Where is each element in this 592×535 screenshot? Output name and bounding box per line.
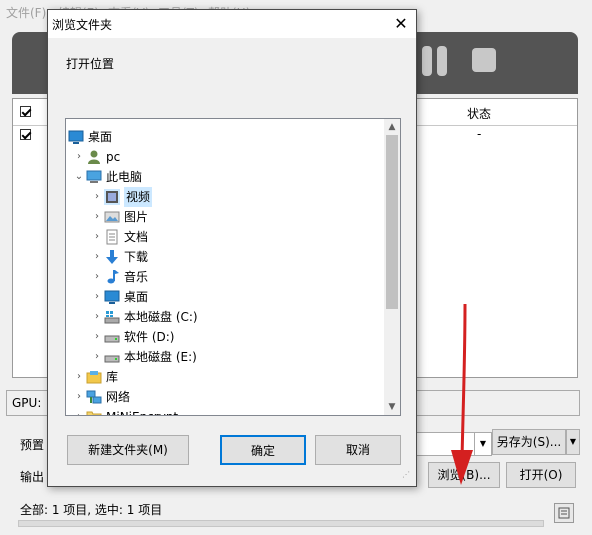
tree-node[interactable]: › 网络: [66, 387, 382, 407]
download-arrow-icon: [104, 249, 120, 265]
tree-node[interactable]: › 下载: [66, 247, 382, 267]
gpu-label: GPU:: [12, 396, 42, 410]
annotation-arrow-icon: [451, 303, 473, 485]
pause-icon-bar-left[interactable]: [422, 46, 432, 76]
menu-file[interactable]: 文件(F): [6, 4, 46, 21]
chevron-right-icon[interactable]: ›: [92, 327, 102, 347]
tree-node[interactable]: › 本地磁盘 (C:): [66, 307, 382, 327]
tree-node-label: 文档: [124, 230, 149, 244]
status-text: 全部: 1 项目, 选中: 1 项目: [20, 503, 163, 517]
tree-node[interactable]: › 视频: [66, 187, 382, 207]
tree-node-label: 网络: [106, 390, 131, 404]
chevron-down-icon[interactable]: ⌄: [74, 167, 84, 187]
tree-node-label: 下载: [124, 250, 149, 264]
browse-folder-dialog: 浏览文件夹 ✕ 打开位置 桌面 › pc ⌄ 此电脑 › 视频 › 图片 › 文档 › 下载 › 音乐 › 桌面…: [47, 9, 417, 487]
save-as-dropdown-icon[interactable]: ▼: [566, 429, 580, 455]
chevron-right-icon[interactable]: ›: [92, 347, 102, 367]
tree-node-label: 本地磁盘 (C:): [124, 310, 198, 324]
tree-node[interactable]: ⌄ 此电脑: [66, 167, 382, 187]
stop-icon[interactable]: [472, 48, 496, 72]
user-icon: [86, 149, 102, 165]
tree-node-label: 图片: [124, 210, 149, 224]
tree-node[interactable]: › 库: [66, 367, 382, 387]
chevron-right-icon[interactable]: ›: [92, 267, 102, 287]
chevron-right-icon[interactable]: ›: [74, 147, 84, 167]
tree-vertical-scrollbar[interactable]: ▲ ▼: [384, 119, 400, 415]
resize-grip-icon[interactable]: ⋰: [402, 470, 414, 482]
tree-node[interactable]: › 音乐: [66, 267, 382, 287]
chevron-right-icon[interactable]: ›: [92, 187, 102, 207]
tree-node-label: 音乐: [124, 270, 149, 284]
dialog-titlebar[interactable]: 浏览文件夹 ✕: [48, 10, 416, 38]
tree-node-label: 视频: [124, 187, 153, 207]
video-folder-icon: [104, 189, 120, 205]
network-icon: [86, 389, 102, 405]
row-status: -: [477, 127, 482, 141]
tree-node-label: MiNiEncrypt: [106, 407, 178, 415]
tree-node-label: 桌面: [124, 290, 149, 304]
tree-node[interactable]: › 软件 (D:): [66, 327, 382, 347]
folder-icon: [86, 409, 102, 415]
ok-button[interactable]: 确定: [220, 435, 306, 465]
tree-node-label: 本地磁盘 (E:): [124, 350, 197, 364]
tree-node-label: 桌面: [88, 130, 113, 144]
tree-node[interactable]: › 本地磁盘 (E:): [66, 347, 382, 367]
horizontal-scrollbar[interactable]: [18, 520, 544, 527]
tree-node[interactable]: 桌面: [66, 127, 382, 147]
drive-icon: [104, 349, 120, 365]
close-icon[interactable]: ✕: [388, 12, 414, 36]
select-all-checkbox[interactable]: [20, 106, 31, 117]
dialog-prompt: 打开位置: [66, 57, 115, 71]
cancel-button[interactable]: 取消: [315, 435, 401, 465]
chevron-right-icon[interactable]: ›: [92, 287, 102, 307]
log-icon[interactable]: [554, 503, 574, 523]
output-label: 输出: [20, 470, 45, 484]
computer-icon: [86, 169, 102, 185]
tree-node-label: 软件 (D:): [124, 330, 175, 344]
chevron-right-icon[interactable]: ›: [74, 407, 84, 415]
tree-node-label: pc: [106, 150, 121, 164]
tree-node[interactable]: › 文档: [66, 227, 382, 247]
scroll-down-icon[interactable]: ▼: [384, 399, 400, 415]
dialog-title: 浏览文件夹: [52, 18, 113, 32]
folder-tree[interactable]: 桌面 › pc ⌄ 此电脑 › 视频 › 图片 › 文档 › 下载 › 音乐 › 桌面 › 本地磁盘 (C:) › 软件…: [65, 118, 401, 416]
pictures-folder-icon: [104, 209, 120, 225]
desktop-blue-icon: [104, 289, 120, 305]
windows-drive-icon: [104, 309, 120, 325]
documents-folder-icon: [104, 229, 120, 245]
preset-label: 预置: [20, 438, 45, 452]
tree-node[interactable]: › pc: [66, 147, 382, 167]
tree-node-label: 库: [106, 370, 119, 384]
library-icon: [86, 369, 102, 385]
save-as-button[interactable]: 另存为(S)...: [492, 429, 566, 455]
chevron-right-icon[interactable]: ›: [92, 307, 102, 327]
open-button[interactable]: 打开(O): [506, 462, 576, 488]
music-note-icon: [104, 269, 120, 285]
desktop-blue-icon: [68, 129, 84, 145]
scroll-thumb[interactable]: [386, 135, 398, 309]
pause-icon-bar-right[interactable]: [437, 46, 447, 76]
chevron-right-icon[interactable]: ›: [74, 387, 84, 407]
chevron-right-icon[interactable]: ›: [92, 227, 102, 247]
drive-icon: [104, 329, 120, 345]
row-checkbox[interactable]: [20, 129, 31, 140]
tree-node[interactable]: › 图片: [66, 207, 382, 227]
chevron-right-icon[interactable]: ›: [92, 247, 102, 267]
tree-node[interactable]: › MiNiEncrypt: [66, 407, 382, 415]
tree-node[interactable]: › 桌面: [66, 287, 382, 307]
new-folder-button[interactable]: 新建文件夹(M): [67, 435, 189, 465]
tree-node-label: 此电脑: [106, 170, 143, 184]
chevron-right-icon[interactable]: ›: [74, 367, 84, 387]
status-column-header[interactable]: 状态: [467, 105, 491, 122]
scroll-up-icon[interactable]: ▲: [384, 119, 400, 135]
chevron-right-icon[interactable]: ›: [92, 207, 102, 227]
